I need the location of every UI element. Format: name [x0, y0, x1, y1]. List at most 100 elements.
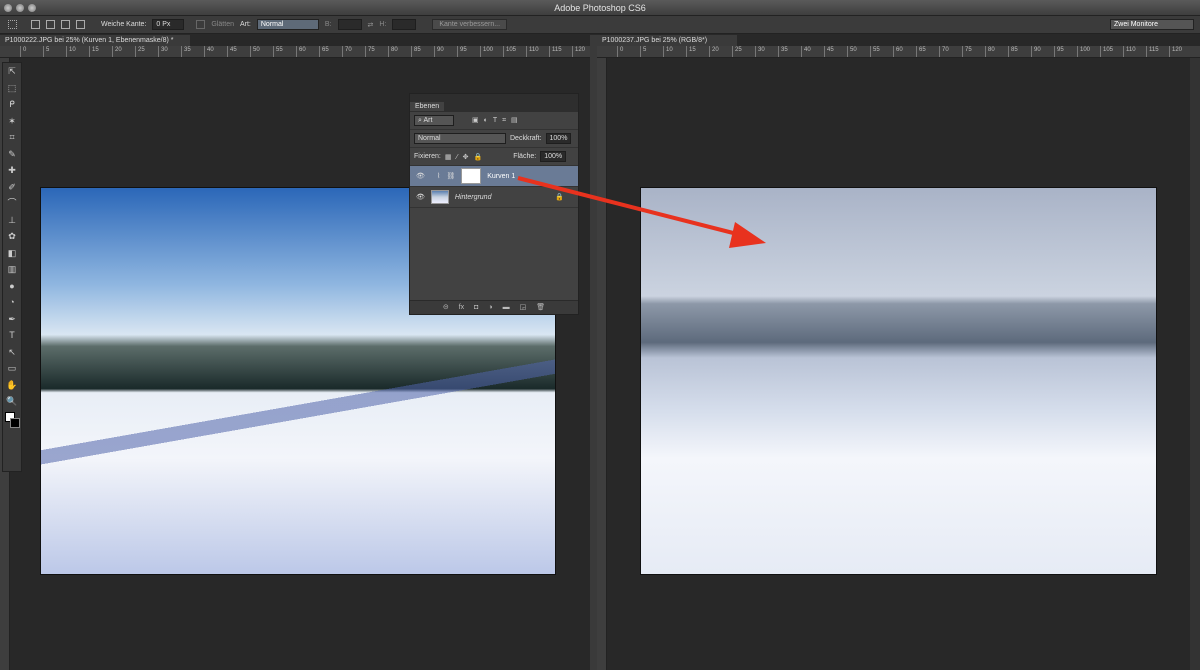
- filter-type-icons[interactable]: ▣◐T⌗▤: [472, 116, 523, 125]
- workspace-select[interactable]: Zwei Monitore: [1110, 19, 1194, 30]
- tool-button[interactable]: ✒: [3, 311, 21, 328]
- ruler-tick-label: 90: [434, 46, 457, 57]
- document-tab[interactable]: P1000237.JPG bei 25% (RGB/8*): [597, 35, 737, 46]
- ruler-tick-label: 25: [732, 46, 755, 57]
- tool-button[interactable]: ◔: [3, 294, 21, 311]
- refine-edge-button[interactable]: Kante verbessern...: [432, 19, 508, 30]
- visibility-eye-icon[interactable]: 👁: [416, 172, 425, 180]
- minimize-window-button[interactable]: [16, 4, 24, 12]
- horizontal-ruler[interactable]: 0 5 10 15 20 25 30 35 40 45 50 55 60 65 70 75 80 85 90 95 10…: [597, 46, 1200, 58]
- ruler-tick-label: 65: [319, 46, 342, 57]
- layer-name[interactable]: Kurven 1: [487, 173, 515, 180]
- filter-select[interactable]: ⌕ Art: [414, 115, 454, 126]
- style-select[interactable]: Normal: [256, 19, 319, 30]
- tool-button[interactable]: ●: [3, 278, 21, 295]
- style-label: Art:: [239, 21, 251, 28]
- ruler-tick-label: 30: [755, 46, 778, 57]
- add-selection-icon[interactable]: [46, 20, 55, 29]
- intersect-selection-icon[interactable]: [76, 20, 85, 29]
- ruler-tick-label: 60: [296, 46, 319, 57]
- width-label: B:: [324, 21, 332, 28]
- feather-input[interactable]: 0 Px: [152, 19, 185, 30]
- document-tab[interactable]: P1000222.JPG bei 25% (Kurven 1, Ebenenma…: [0, 35, 190, 46]
- background-color-swatch[interactable]: [10, 418, 20, 428]
- tools-panel: ⇱ ⬚ ᑭ ✶ ⌗ ✎ ✚ ✐ ⌒ ⊥ ✿ ◧ ▥ ● ◔ ✒ T ↖ ▭ ✋ 🔍: [2, 62, 22, 472]
- ruler-tick-label: 65: [916, 46, 939, 57]
- ruler-tick-label: 70: [939, 46, 962, 57]
- tool-button[interactable]: ⇱: [3, 63, 21, 80]
- tool-button[interactable]: ✐: [3, 179, 21, 196]
- layers-footer-button[interactable]: ◘: [474, 301, 478, 314]
- marquee-tool-icon[interactable]: [8, 20, 17, 29]
- ruler-tick-label: 105: [503, 46, 526, 57]
- horizontal-ruler[interactable]: 0 5 10 15 20 25 30 35 40 45 50 55 60 65 70 75 80 85 90 95 10…: [0, 46, 590, 58]
- ruler-tick-label: 120: [572, 46, 590, 57]
- layer-row-hintergrund[interactable]: 👁 Hintergrund 🔒: [410, 187, 578, 208]
- tool-button[interactable]: ✎: [3, 146, 21, 163]
- ruler-tick-label: 90: [1031, 46, 1054, 57]
- tool-button[interactable]: T: [3, 327, 21, 344]
- new-selection-icon[interactable]: [31, 20, 40, 29]
- ruler-tick-label: 55: [273, 46, 296, 57]
- tool-button[interactable]: ⊥: [3, 212, 21, 229]
- tool-button[interactable]: ✶: [3, 113, 21, 130]
- ruler-tick-label: 105: [1100, 46, 1123, 57]
- ruler-tick-label: 120: [1169, 46, 1192, 57]
- ruler-tick-label: 95: [457, 46, 480, 57]
- tool-button[interactable]: ⌒: [3, 195, 21, 212]
- panel-header[interactable]: [410, 94, 578, 102]
- vertical-scrollbar[interactable]: [1190, 58, 1200, 670]
- vertical-ruler[interactable]: [597, 58, 607, 670]
- layer-mask-thumbnail[interactable]: [461, 168, 482, 184]
- antialias-checkbox[interactable]: [196, 20, 206, 29]
- tool-button[interactable]: ↖: [3, 344, 21, 361]
- ruler-tick-label: 115: [549, 46, 572, 57]
- ruler-tick-label: 100: [1077, 46, 1100, 57]
- tool-button[interactable]: ⌗: [3, 129, 21, 146]
- layers-footer-button[interactable]: ⊝: [443, 301, 449, 314]
- document-image-right[interactable]: [640, 187, 1157, 575]
- lock-icons[interactable]: ▦⁄✥🔒: [445, 153, 487, 161]
- curves-adjustment-icon: ⌇: [436, 173, 441, 180]
- opacity-input[interactable]: 100%: [545, 133, 572, 144]
- layers-tab[interactable]: Ebenen: [410, 102, 445, 111]
- layers-footer-button[interactable]: ◑: [488, 301, 492, 314]
- app-title: Adobe Photoshop CS6: [554, 3, 646, 13]
- lock-icon: 🔒: [555, 194, 564, 201]
- subtract-selection-icon[interactable]: [61, 20, 70, 29]
- tool-button[interactable]: ◧: [3, 245, 21, 262]
- layer-name[interactable]: Hintergrund: [455, 194, 492, 201]
- layers-footer-button[interactable]: 🗑: [536, 301, 545, 314]
- tool-button[interactable]: ▭: [3, 360, 21, 377]
- swap-icon[interactable]: ⇄: [368, 21, 374, 29]
- ruler-tick-label: 110: [1123, 46, 1146, 57]
- tool-button[interactable]: ✿: [3, 228, 21, 245]
- ruler-tick-label: 15: [686, 46, 709, 57]
- width-input[interactable]: [337, 19, 362, 30]
- layers-footer-button[interactable]: ▬: [503, 301, 510, 314]
- options-bar: Weiche Kante: 0 Px Glätten Art: Normal B…: [0, 16, 1200, 34]
- layers-footer-button[interactable]: fx: [459, 301, 464, 314]
- tool-button[interactable]: ✚: [3, 162, 21, 179]
- opacity-label: Deckkraft:: [510, 135, 542, 142]
- tool-button[interactable]: ᑭ: [3, 96, 21, 113]
- tool-button[interactable]: ✋: [3, 377, 21, 394]
- height-input[interactable]: [392, 19, 417, 30]
- fill-label: Fläche:: [513, 153, 537, 160]
- visibility-eye-icon[interactable]: 👁: [416, 193, 425, 201]
- ruler-tick-label: 110: [526, 46, 549, 57]
- zoom-window-button[interactable]: [28, 4, 36, 12]
- layers-footer-button[interactable]: ◲: [520, 301, 527, 314]
- tool-button[interactable]: ▥: [3, 261, 21, 278]
- tool-button[interactable]: ⬚: [3, 80, 21, 97]
- ruler-tick-label: 0: [617, 46, 640, 57]
- tool-button[interactable]: 🔍: [3, 393, 21, 410]
- chain-link-icon[interactable]: ⛓: [446, 172, 455, 180]
- ruler-tick-label: 45: [824, 46, 847, 57]
- layers-panel: Ebenen ⌕ Art ▣◐T⌗▤ Normal Deckkraft: 100…: [409, 93, 579, 315]
- window-divider[interactable]: [590, 35, 597, 670]
- close-window-button[interactable]: [4, 4, 12, 12]
- blend-mode-select[interactable]: Normal: [414, 133, 506, 144]
- layer-row-kurven[interactable]: 👁 ⌇ ⛓ Kurven 1: [410, 166, 578, 187]
- fill-input[interactable]: 100%: [540, 151, 567, 162]
